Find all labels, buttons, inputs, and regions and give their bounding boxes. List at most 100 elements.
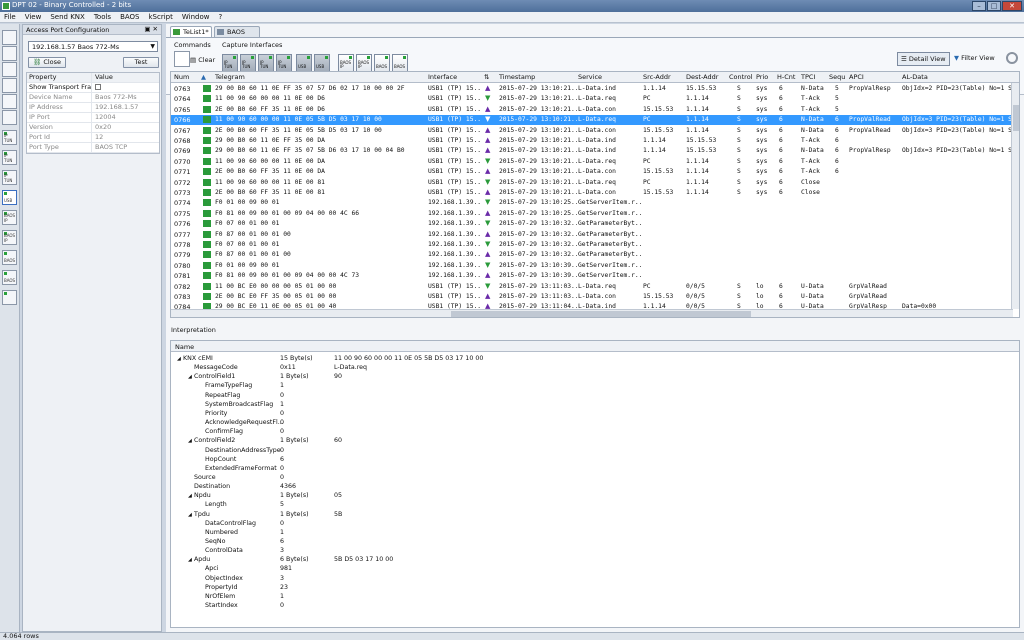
tree-node[interactable]: ◢ Tpdu: [188, 511, 210, 520]
property-row[interactable]: Device Name Baos 772-Ms: [27, 93, 159, 103]
col-control[interactable]: Control: [729, 73, 753, 81]
col-apci[interactable]: APCI: [849, 73, 864, 81]
left-tool-button[interactable]: USB: [2, 190, 17, 205]
capture-interface-button[interactable]: BAOS: [392, 54, 408, 72]
table-row[interactable]: ▲ 0779 F0 87 00 01 00 01 00 192.168.1.39...…: [171, 250, 1013, 260]
menu-help[interactable]: ?: [214, 12, 227, 22]
table-row[interactable]: ▼ 0766 11 00 90 60 00 00 11 0E 05 5B D5 03…: [171, 115, 1013, 126]
left-tool-button[interactable]: [2, 30, 17, 45]
table-row[interactable]: ▼ 0776 F0 07 00 01 00 01 192.168.1.39... 201…: [171, 219, 1013, 229]
filter-view-button[interactable]: ▼ Filter View: [954, 52, 995, 66]
menu-send-knx[interactable]: Send KNX: [46, 12, 89, 22]
left-tool-button[interactable]: [2, 62, 17, 77]
col-hcnt[interactable]: H-Cnt: [777, 73, 795, 81]
grid-vertical-scrollbar[interactable]: [1011, 83, 1019, 309]
table-row[interactable]: ▼ 0764 11 00 90 60 00 00 11 0E 00 D6 USB1 (…: [171, 94, 1013, 104]
panel-pin-close-icon[interactable]: ▣ ✕: [144, 25, 158, 33]
left-tool-button[interactable]: [2, 46, 17, 61]
col-service[interactable]: Service: [578, 73, 602, 81]
table-row[interactable]: ▼ 0778 F0 07 00 01 00 01 192.168.1.39... 201…: [171, 240, 1013, 250]
tab-telist1[interactable]: TeList1*: [170, 26, 212, 37]
property-row[interactable]: Version 0x20: [27, 123, 159, 133]
property-row[interactable]: Show Transport Fra...: [27, 83, 159, 93]
menu-kscript[interactable]: kScript: [145, 12, 178, 22]
left-tool-button[interactable]: BAOS: [2, 250, 17, 265]
col-dest-addr[interactable]: Dest-Addr: [686, 73, 718, 81]
capture-interface-button[interactable]: BAOS IP: [356, 54, 372, 72]
table-row[interactable]: ▼ 0774 F0 01 00 09 00 01 192.168.1.39... 201…: [171, 198, 1013, 208]
col-src-addr[interactable]: Src-Addr: [643, 73, 671, 81]
tree-node[interactable]: ◢ Npdu: [188, 492, 211, 501]
show-transport-frames-checkbox[interactable]: [95, 84, 101, 90]
table-row[interactable]: ▲ 0767 2E 00 B0 60 FF 35 11 0E 05 5B D5 03…: [171, 126, 1013, 136]
send-icon[interactable]: [174, 51, 190, 67]
menu-window[interactable]: Window: [178, 12, 215, 22]
left-tool-button[interactable]: BAOS: [2, 270, 17, 285]
table-row[interactable]: ▼ 0782 11 00 BC E0 00 00 00 05 01 00 00 USB…: [171, 282, 1013, 292]
capture-interface-button[interactable]: USB: [296, 54, 312, 72]
left-tool-button[interactable]: IP TUN: [2, 130, 17, 145]
table-row[interactable]: ▲ 0771 2E 00 B0 60 FF 35 11 0E 00 DA USB1 (…: [171, 167, 1013, 177]
grid-horizontal-scrollbar[interactable]: [171, 309, 1013, 317]
left-tool-button[interactable]: BAOS IP: [2, 230, 17, 245]
table-row[interactable]: ▼ 0770 11 00 90 60 00 00 11 0E 00 DA USB1 (…: [171, 157, 1013, 167]
col-sequ[interactable]: Sequ: [829, 73, 845, 81]
property-row[interactable]: IP Address 192.168.1.57: [27, 103, 159, 113]
tree-node[interactable]: ◢ ControlField2: [188, 437, 235, 446]
close-connection-button[interactable]: ⛓ Close: [28, 57, 66, 68]
tab-baos-view[interactable]: BAOS View: [214, 26, 260, 44]
table-row[interactable]: ▲ 0777 F0 87 00 01 00 01 00 192.168.1.39...…: [171, 230, 1013, 240]
capture-interface-button[interactable]: IP TUN: [222, 54, 238, 72]
test-button[interactable]: Test: [123, 57, 159, 68]
clear-button[interactable]: ▤ Clear: [190, 52, 215, 70]
col-al-data[interactable]: AL-Data: [902, 73, 928, 81]
property-row[interactable]: Port Id 12: [27, 133, 159, 143]
table-row[interactable]: ▲ 0765 2E 00 B0 60 FF 35 11 0E 00 D6 USB1 (…: [171, 105, 1013, 115]
left-tool-button[interactable]: [2, 78, 17, 93]
col-telegram[interactable]: Telegram: [215, 73, 245, 81]
left-tool-button[interactable]: IP TUN: [2, 150, 17, 165]
property-row[interactable]: Port Type BAOS TCP: [27, 143, 159, 153]
table-row[interactable]: ▲ 0769 29 00 B0 60 11 0E FF 35 07 5B D6 03…: [171, 146, 1013, 156]
minimize-button[interactable]: –: [972, 1, 986, 11]
settings-gear-icon[interactable]: [1006, 52, 1018, 64]
capture-interface-button[interactable]: IP TUN: [258, 54, 274, 72]
close-window-button[interactable]: ✕: [1002, 1, 1022, 11]
capture-interface-button[interactable]: BAOS: [374, 54, 390, 72]
left-tool-button[interactable]: BAOS IP: [2, 210, 17, 225]
menu-baos[interactable]: BAOS: [116, 12, 144, 22]
menu-file[interactable]: File: [0, 12, 21, 22]
col-tpci[interactable]: TPCI: [801, 73, 815, 81]
table-row[interactable]: ▲ 0773 2E 00 B0 60 FF 35 11 0E 00 81 USB1 (…: [171, 188, 1013, 198]
col-prio[interactable]: Prio: [756, 73, 768, 81]
tree-node[interactable]: ◢ ControlField1: [188, 373, 235, 382]
sort-icon[interactable]: ▲: [201, 73, 206, 81]
table-row[interactable]: ▼ 0780 F0 01 00 09 00 01 192.168.1.39... 201…: [171, 261, 1013, 271]
table-row[interactable]: ▼ 0772 11 00 90 60 00 00 11 0E 00 81 USB1 (…: [171, 178, 1013, 188]
col-num[interactable]: Num: [174, 73, 189, 81]
table-row[interactable]: ▲ 0768 29 00 B0 60 11 0E FF 35 00 DA USB1 (…: [171, 136, 1013, 146]
capture-interface-button[interactable]: USB: [314, 54, 330, 72]
table-row[interactable]: ▲ 0783 2E 00 BC E0 FF 35 00 05 01 00 00 USB…: [171, 292, 1013, 302]
menu-tools[interactable]: Tools: [90, 12, 116, 22]
property-value[interactable]: [92, 83, 159, 92]
property-row[interactable]: IP Port 12004: [27, 113, 159, 123]
left-tool-button[interactable]: IP TUN: [2, 170, 17, 185]
direction-sort-icon[interactable]: ⇅: [484, 73, 489, 81]
capture-interface-button[interactable]: IP TUN: [240, 54, 256, 72]
detail-view-button[interactable]: ☰ Detail View: [897, 52, 950, 66]
left-tool-button[interactable]: [2, 94, 17, 109]
tree-node[interactable]: ◢ Apdu: [188, 556, 210, 565]
col-interface[interactable]: Interface: [428, 73, 457, 81]
table-row[interactable]: ▲ 0781 F0 81 00 09 00 01 00 09 04 00 00 4C…: [171, 271, 1013, 281]
table-row[interactable]: ▲ 0763 29 00 B0 60 11 0E FF 35 07 57 D6 02…: [171, 84, 1013, 94]
left-tool-button[interactable]: [2, 110, 17, 125]
connection-select[interactable]: 192.168.1.57 Baos 772-Ms ▼: [28, 41, 158, 52]
maximize-button[interactable]: □: [987, 1, 1001, 11]
table-row[interactable]: ▲ 0775 F0 81 00 09 00 01 00 09 04 00 00 4C…: [171, 209, 1013, 219]
left-tool-button[interactable]: [2, 290, 17, 305]
tree-node[interactable]: ◢ KNX cEMI: [177, 355, 213, 364]
col-timestamp[interactable]: Timestamp: [499, 73, 535, 81]
capture-interface-button[interactable]: IP TUN: [276, 54, 292, 72]
menu-view[interactable]: View: [21, 12, 47, 22]
